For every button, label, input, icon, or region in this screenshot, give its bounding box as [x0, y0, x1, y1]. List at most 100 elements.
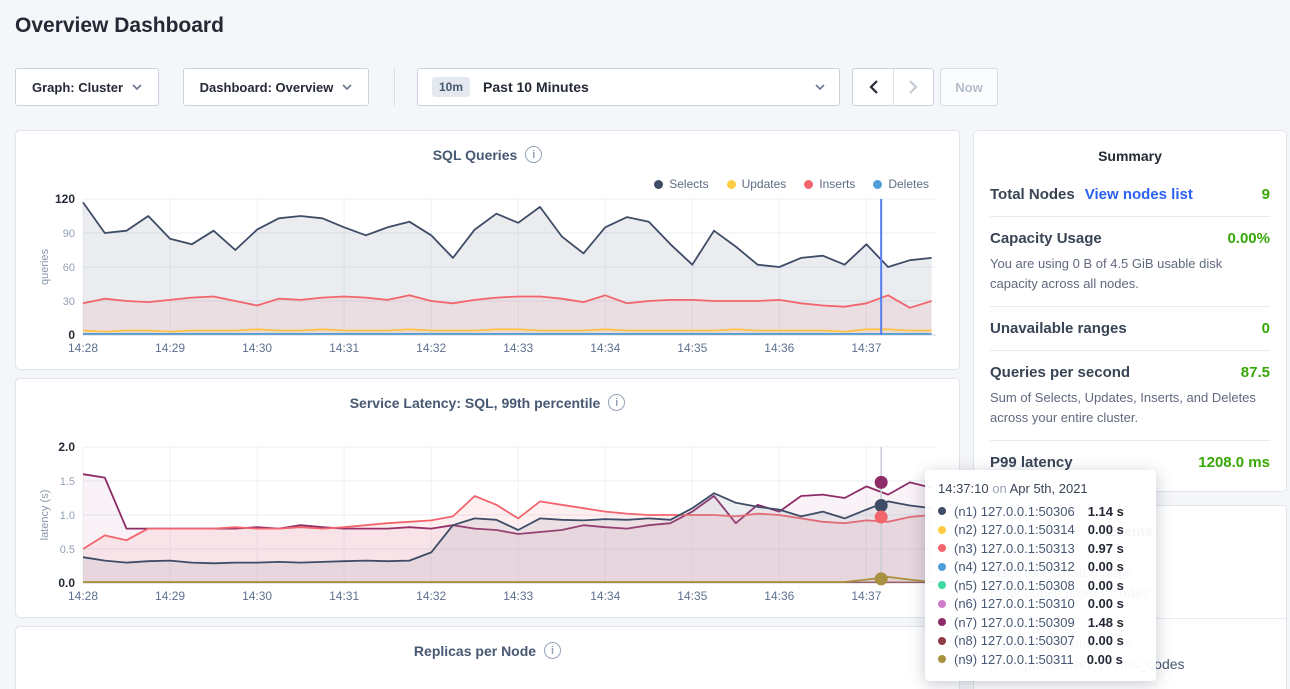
tooltip-row: (n5) 127.0.0.1:503080.00 s	[938, 576, 1143, 595]
time-range-badge: 10m	[432, 77, 470, 97]
stat-unavailable-ranges: Unavailable ranges 0	[990, 306, 1270, 350]
svg-text:14:31: 14:31	[329, 341, 359, 355]
legend-item: Selects	[654, 177, 708, 191]
legend-dot-icon	[727, 180, 736, 189]
svg-text:14:29: 14:29	[155, 589, 185, 603]
page-title: Overview Dashboard	[15, 14, 224, 38]
stat-value: 1208.0 ms	[1198, 454, 1270, 471]
tooltip-node-value: 1.48 s	[1088, 615, 1124, 630]
tooltip-row: (n7) 127.0.0.1:50309 1.48 s	[938, 613, 1143, 632]
tooltip-node-value: 0.00 s	[1088, 596, 1124, 611]
tooltip-node-label: (n2) 127.0.0.1:50314	[954, 522, 1075, 537]
svg-text:latency (s): latency (s)	[39, 490, 51, 541]
tooltip-node-label: (n6) 127.0.0.1:50310	[954, 596, 1075, 611]
tooltip-node-value: 0.00 s	[1087, 652, 1123, 667]
tooltip-node-value: 0.00 s	[1088, 522, 1124, 537]
tooltip-node-value: 0.00 s	[1088, 578, 1124, 593]
svg-text:14:33: 14:33	[503, 589, 533, 603]
chevron-down-icon	[132, 84, 142, 90]
service-latency-chart[interactable]: 0.00.51.01.52.014:2814:2914:3014:3114:32…	[36, 441, 941, 616]
svg-text:14:34: 14:34	[590, 589, 620, 603]
svg-text:2.0: 2.0	[58, 441, 75, 454]
legend-dot-icon	[873, 180, 882, 189]
svg-text:14:28: 14:28	[68, 341, 98, 355]
svg-text:14:34: 14:34	[590, 341, 620, 355]
stat-capacity-usage: Capacity Usage 0.00% You are using 0 B o…	[990, 216, 1270, 306]
time-range-selector[interactable]: 10m Past 10 Minutes	[417, 68, 840, 106]
overview-dashboard-page: Overview Dashboard Graph: Cluster Dashbo…	[0, 0, 1290, 689]
svg-text:90: 90	[63, 228, 75, 240]
svg-text:14:30: 14:30	[242, 589, 272, 603]
toolbar-divider	[394, 68, 395, 106]
stat-value: 0	[1262, 320, 1270, 337]
time-back-button[interactable]	[853, 69, 893, 105]
dashboard-dropdown[interactable]: Dashboard: Overview	[183, 68, 369, 106]
info-icon[interactable]: i	[608, 394, 625, 411]
legend-item: Inserts	[804, 177, 855, 191]
svg-text:14:31: 14:31	[329, 589, 359, 603]
service-latency-title: Service Latency: SQL, 99th percentile	[350, 395, 601, 411]
stat-description: Sum of Selects, Updates, Inserts, and De…	[990, 388, 1270, 427]
chart-hover-tooltip: 14:37:10 on Apr 5th, 2021 (n1) 127.0.0.1…	[925, 470, 1156, 681]
chevron-down-icon	[342, 84, 352, 90]
svg-text:14:32: 14:32	[416, 589, 446, 603]
view-nodes-list-link[interactable]: View nodes list	[1085, 186, 1193, 203]
svg-text:14:37: 14:37	[851, 589, 881, 603]
legend-dot-icon	[804, 180, 813, 189]
stat-label: Total Nodes	[990, 186, 1075, 203]
sql-queries-title: SQL Queries	[433, 147, 518, 163]
tooltip-node-label: (n7) 127.0.0.1:50309	[954, 615, 1075, 630]
stat-label: Unavailable ranges	[990, 320, 1127, 337]
series-dot-icon	[938, 581, 946, 589]
stat-description: You are using 0 B of 4.5 GiB usable disk…	[990, 254, 1270, 293]
svg-text:14:32: 14:32	[416, 341, 446, 355]
stat-label: Queries per second	[990, 364, 1130, 381]
svg-text:14:28: 14:28	[68, 589, 98, 603]
legend-label: Updates	[742, 177, 787, 191]
svg-text:14:29: 14:29	[155, 341, 185, 355]
graph-dropdown-label: Graph: Cluster	[32, 80, 123, 95]
stat-value: 87.5	[1241, 364, 1270, 381]
tooltip-node-value: 0.97 s	[1088, 541, 1124, 556]
svg-text:1.5: 1.5	[60, 476, 75, 488]
series-dot-icon	[938, 618, 946, 626]
tooltip-timestamp: 14:37:10 on Apr 5th, 2021	[938, 481, 1143, 496]
tooltip-node-label: (n3) 127.0.0.1:50313	[954, 541, 1075, 556]
series-dot-icon	[938, 526, 946, 534]
graph-dropdown[interactable]: Graph: Cluster	[15, 68, 159, 106]
tooltip-node-label: (n8) 127.0.0.1:50307	[954, 633, 1075, 648]
service-latency-card: Service Latency: SQL, 99th percentile i …	[15, 378, 960, 618]
now-button[interactable]: Now	[940, 68, 998, 106]
stat-queries-per-second: Queries per second 87.5 Sum of Selects, …	[990, 350, 1270, 440]
svg-text:14:30: 14:30	[242, 341, 272, 355]
tooltip-node-value: 1.14 s	[1088, 504, 1124, 519]
svg-text:queries: queries	[39, 248, 51, 285]
sql-queries-chart[interactable]: 030609012014:2814:2914:3014:3114:3214:33…	[36, 193, 941, 368]
svg-text:30: 30	[63, 296, 75, 308]
dashboard-dropdown-label: Dashboard: Overview	[200, 80, 334, 95]
series-dot-icon	[938, 600, 946, 608]
replicas-title: Replicas per Node	[414, 643, 536, 659]
series-dot-icon	[938, 637, 946, 645]
tooltip-row: (n1) 127.0.0.1:503061.14 s	[938, 502, 1143, 521]
svg-text:14:37: 14:37	[851, 341, 881, 355]
tooltip-row: (n8) 127.0.0.1:503070.00 s	[938, 632, 1143, 651]
svg-text:120: 120	[55, 193, 75, 206]
svg-text:14:35: 14:35	[677, 341, 707, 355]
toolbar: Graph: Cluster Dashboard: Overview 10m P…	[0, 68, 1290, 106]
stat-label: Capacity Usage	[990, 230, 1102, 247]
tooltip-row: (n6) 127.0.0.1:50310 0.00 s	[938, 595, 1143, 614]
legend-item: Updates	[727, 177, 787, 191]
stat-value: 0.00%	[1227, 230, 1270, 247]
stat-value: 9	[1262, 186, 1270, 203]
time-forward-button[interactable]	[893, 69, 933, 105]
series-dot-icon	[938, 507, 946, 515]
summary-heading: Summary	[974, 131, 1286, 173]
info-icon[interactable]: i	[544, 642, 561, 659]
tooltip-row: (n2) 127.0.0.1:50314 0.00 s	[938, 521, 1143, 540]
info-icon[interactable]: i	[525, 146, 542, 163]
svg-text:0.0: 0.0	[58, 576, 75, 590]
sql-queries-card: SQL Queries i SelectsUpdatesInsertsDelet…	[15, 130, 960, 370]
legend-label: Inserts	[819, 177, 855, 191]
tooltip-row: (n4) 127.0.0.1:503120.00 s	[938, 558, 1143, 577]
